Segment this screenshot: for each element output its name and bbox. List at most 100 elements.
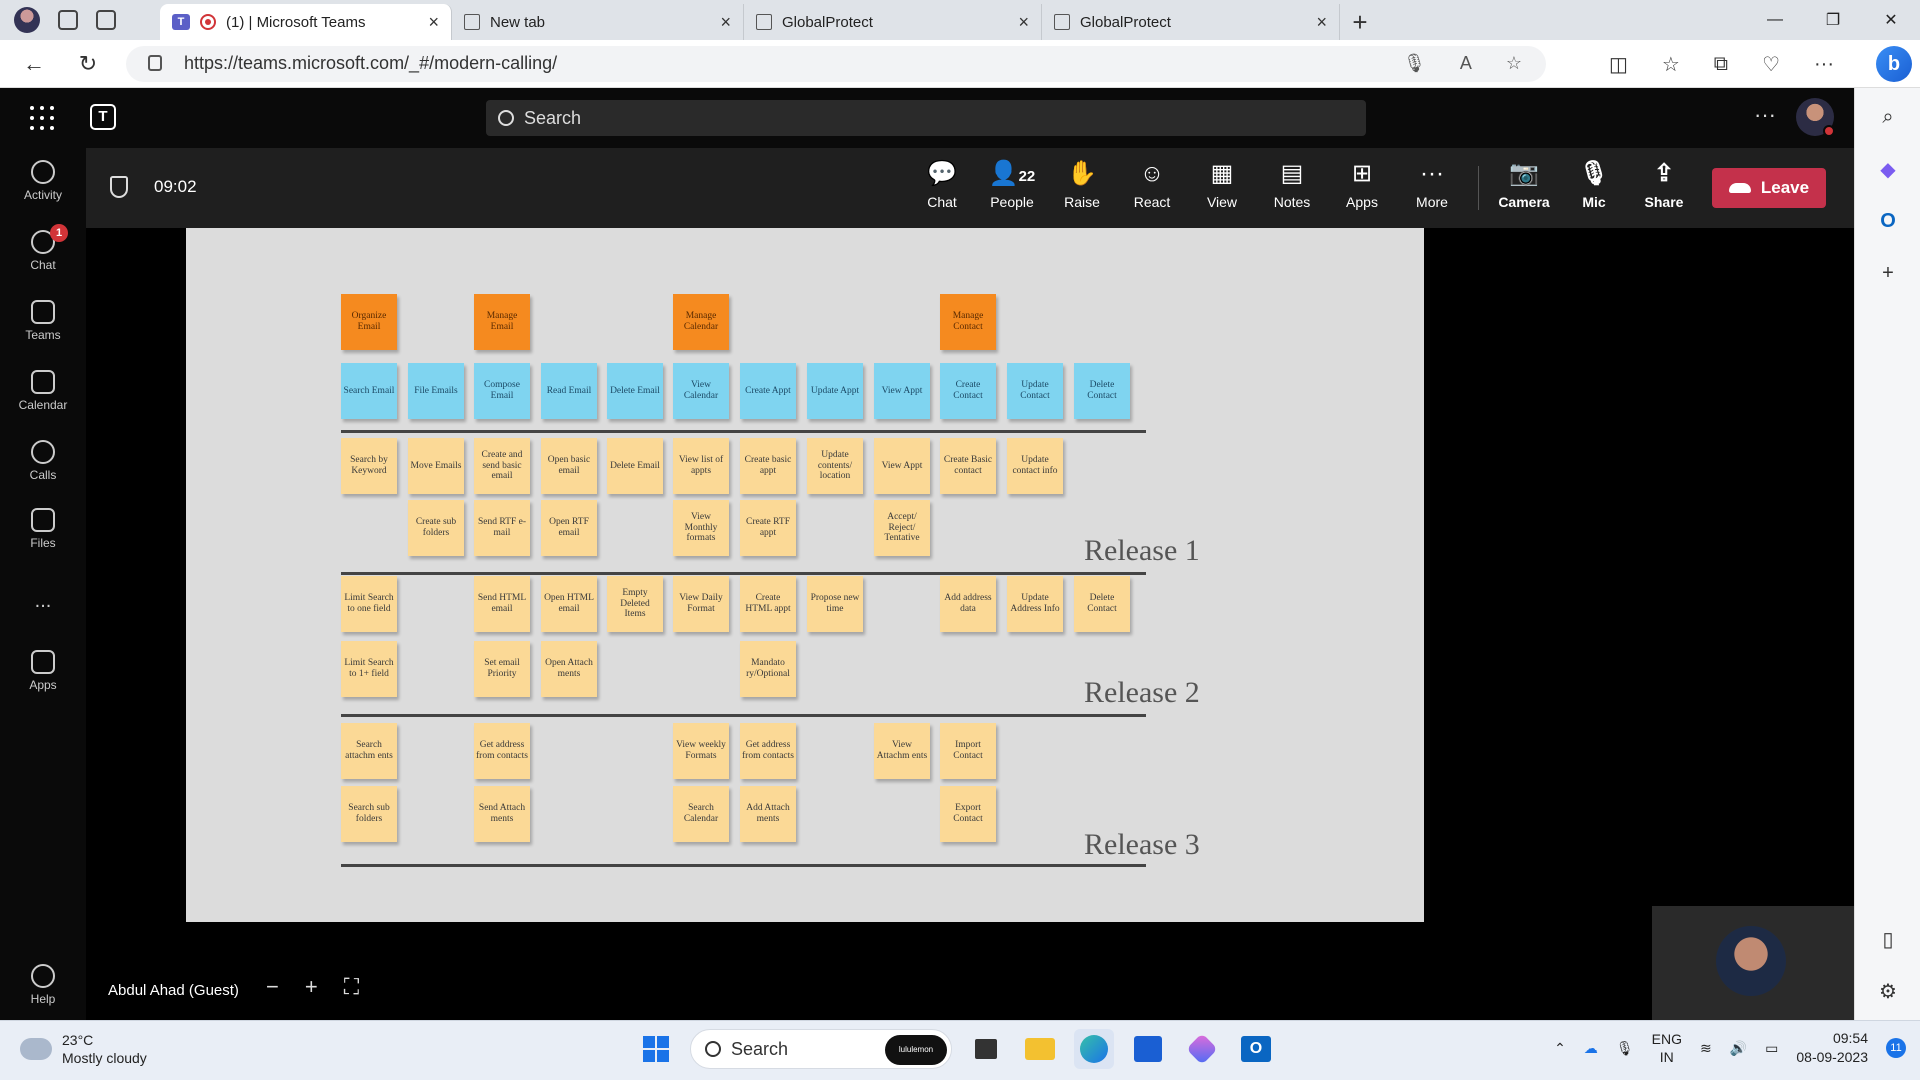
tab-new-tab[interactable]: New tab × [452, 4, 744, 40]
copilot-app-icon[interactable] [1182, 1029, 1222, 1069]
split-screen-icon[interactable]: ◫ [1609, 52, 1628, 77]
sticky-note: Add address data [940, 576, 996, 632]
rail-item-files[interactable]: Files [0, 508, 86, 550]
minimize-button[interactable]: — [1746, 0, 1804, 40]
close-tab-icon[interactable]: × [1018, 12, 1029, 33]
people-icon: 👤22 [988, 160, 1036, 187]
app-launcher-icon[interactable] [30, 106, 54, 130]
sticky-note: Search Email [341, 363, 397, 419]
restore-button[interactable]: ❐ [1804, 0, 1862, 40]
read-aloud-icon[interactable]: A [1460, 53, 1472, 74]
notes-button[interactable]: ▤ Notes [1260, 160, 1324, 210]
rail-item-calls[interactable]: Calls [0, 440, 86, 482]
react-button[interactable]: ☺ React [1120, 160, 1184, 210]
favorite-star-icon[interactable]: ☆ [1506, 53, 1522, 74]
rail-item-chat[interactable]: 1 Chat [0, 224, 86, 272]
sticky-note: Limit Search to one field [341, 576, 397, 632]
more-button[interactable]: ··· More [1400, 160, 1464, 210]
more-options-icon[interactable]: ··· [1754, 102, 1776, 128]
teams-search-input[interactable]: Search [486, 100, 1366, 136]
people-count: 22 [1018, 168, 1036, 185]
people-button[interactable]: 👤22 People [980, 160, 1044, 210]
zoom-controls: − + ⛶ [266, 974, 359, 1000]
collections-icon[interactable]: ⧉ [1714, 53, 1728, 76]
favorites-icon[interactable]: ☆ [1662, 52, 1680, 77]
voice-search-icon[interactable]: 🎙 [1403, 53, 1426, 74]
store-icon[interactable] [1128, 1029, 1168, 1069]
rail-item-help[interactable]: Help [0, 964, 86, 1006]
apps-button[interactable]: ⊞ Apps [1330, 160, 1394, 210]
notification-badge[interactable]: 11 [1886, 1038, 1906, 1058]
lock-icon[interactable] [148, 54, 162, 71]
mic-tray-icon[interactable]: 🎙 [1616, 1040, 1634, 1057]
avatar[interactable] [1796, 98, 1835, 137]
zoom-out-icon[interactable]: − [266, 974, 279, 1000]
back-button[interactable]: ← [12, 51, 56, 77]
sticky-note: Manage Email [474, 294, 530, 350]
outlook-icon[interactable]: O [1873, 206, 1903, 236]
task-view-icon[interactable] [966, 1029, 1006, 1069]
meeting-toolbar: 09:02 💬 Chat 👤22 People ✋ Raise ☺ React ▦ Vie… [86, 148, 1854, 228]
release-label: Release 1 [1084, 534, 1200, 567]
search-highlight-promo[interactable]: lululemon [885, 1035, 947, 1065]
weather-widget[interactable]: 23°C Mostly cloudy [16, 1030, 147, 1067]
self-video-tile[interactable] [1652, 906, 1854, 1020]
onedrive-icon[interactable]: ☁ [1584, 1040, 1598, 1057]
search-icon[interactable]: ⌕ [1873, 102, 1903, 132]
browser-essentials-icon[interactable]: ♡ [1762, 52, 1780, 77]
rail-item-apps[interactable]: Apps [0, 650, 86, 692]
url-field[interactable]: https://teams.microsoft.com/_#/modern-ca… [126, 45, 1546, 82]
close-tab-icon[interactable]: × [720, 12, 731, 33]
shield-icon[interactable] [110, 176, 128, 198]
tab-globalprotect-2[interactable]: GlobalProtect × [1042, 4, 1340, 40]
battery-icon[interactable]: ▭ [1765, 1040, 1778, 1057]
url-text: https://teams.microsoft.com/_#/modern-ca… [184, 53, 558, 73]
tab-globalprotect-1[interactable]: GlobalProtect × [744, 4, 1042, 40]
wifi-icon[interactable]: ≋ [1700, 1040, 1712, 1057]
sticky-note: Send RTF e-mail [474, 500, 530, 556]
rail-item-teams[interactable]: Teams [0, 300, 86, 342]
zoom-in-icon[interactable]: + [305, 974, 318, 1000]
rail-label: Chat [30, 258, 56, 272]
sticky-note: Import Contact [940, 723, 996, 779]
chat-button[interactable]: 💬 Chat [910, 160, 974, 210]
start-button[interactable] [636, 1029, 676, 1069]
share-button[interactable]: ⇪ Share [1632, 160, 1696, 210]
taskbar-search-input[interactable]: Search lululemon [690, 1029, 952, 1069]
rail-item-more[interactable]: ... [0, 590, 86, 613]
refresh-button[interactable]: ↻ [66, 51, 110, 77]
sticky-note: Search attachm ents [341, 723, 397, 779]
tab-microsoft-teams[interactable]: T (1) | Microsoft Teams × [160, 4, 452, 40]
add-icon[interactable]: + [1873, 258, 1903, 288]
settings-more-icon[interactable]: ··· [1814, 53, 1834, 76]
sidebar-toggle-icon[interactable]: ▯ [1873, 924, 1903, 954]
fit-screen-icon[interactable]: ⛶ [344, 974, 359, 1000]
close-tab-icon[interactable]: × [1316, 12, 1327, 33]
leave-button[interactable]: Leave [1712, 168, 1826, 208]
tab-actions-icon[interactable] [96, 10, 116, 30]
raise-hand-button[interactable]: ✋ Raise [1050, 160, 1114, 210]
copilot-sidebar-icon[interactable]: ◆ [1873, 154, 1903, 184]
new-tab-button[interactable]: + [1340, 4, 1380, 40]
button-label: Apps [1346, 194, 1378, 210]
copilot-icon[interactable]: b [1876, 46, 1912, 82]
rail-item-calendar[interactable]: Calendar [0, 370, 86, 412]
language-indicator[interactable]: ENG IN [1652, 1030, 1682, 1066]
gear-icon[interactable]: ⚙ [1873, 976, 1903, 1006]
rail-item-activity[interactable]: Activity [0, 160, 86, 202]
profile-avatar-icon[interactable] [14, 7, 40, 33]
edge-browser-icon[interactable] [1074, 1029, 1114, 1069]
camera-button[interactable]: 📷 Camera [1492, 160, 1556, 210]
file-explorer-icon[interactable] [1020, 1029, 1060, 1069]
collections-icon[interactable] [58, 10, 78, 30]
clock[interactable]: 09:54 08-09-2023 [1796, 1029, 1868, 1067]
view-button[interactable]: ▦ View [1190, 160, 1254, 210]
mic-button[interactable]: 🎙 Mic [1562, 160, 1626, 210]
close-window-button[interactable]: ✕ [1862, 0, 1920, 40]
chevron-up-icon[interactable]: ⌃ [1554, 1040, 1566, 1057]
sticky-note: Create and send basic email [474, 438, 530, 494]
sticky-note: File Emails [408, 363, 464, 419]
outlook-app-icon[interactable]: O [1236, 1029, 1276, 1069]
close-tab-icon[interactable]: × [428, 12, 439, 33]
volume-icon[interactable]: 🔊 [1730, 1040, 1747, 1057]
